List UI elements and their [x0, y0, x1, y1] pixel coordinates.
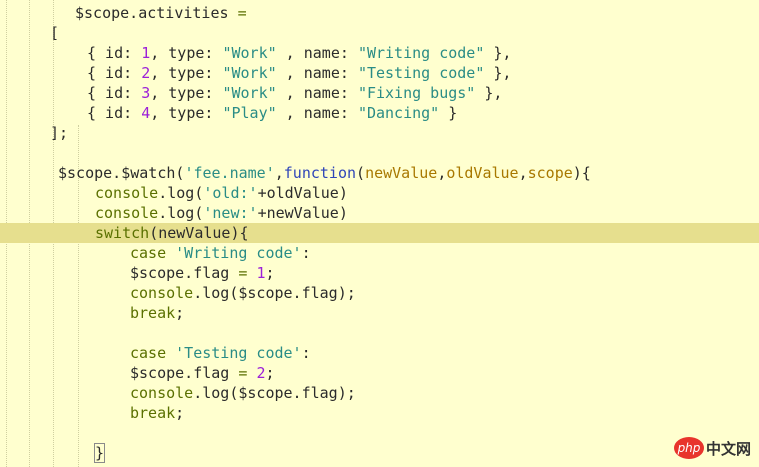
code-token: ,: [274, 164, 284, 182]
code-token: scope: [527, 164, 573, 182]
code-token: 4: [141, 104, 151, 122]
code-token: 3: [141, 84, 151, 102]
code-token: },: [484, 44, 512, 62]
code-token: :: [301, 344, 311, 362]
code-token: "Work": [222, 44, 277, 62]
code-line[interactable]: { id: 1, type: "Work" , name: "Writing c…: [0, 43, 759, 63]
code-token: case: [130, 344, 176, 362]
code-line[interactable]: { id: 3, type: "Work" , name: "Fixing bu…: [0, 83, 759, 103]
code-line[interactable]: [: [0, 23, 759, 43]
code-token: break: [130, 304, 176, 322]
code-token: case: [130, 244, 176, 262]
code-token: { id:: [87, 104, 142, 122]
code-token: 'fee.name': [184, 164, 275, 182]
code-token: , type:: [150, 104, 223, 122]
code-token: ;: [175, 304, 185, 322]
code-token: },: [484, 64, 512, 82]
code-token: [: [50, 24, 60, 42]
code-token: ;: [175, 404, 185, 422]
code-token: "Fixing bugs": [357, 84, 476, 102]
code-line[interactable]: $scope.flag = 2;: [0, 363, 759, 383]
code-token: , name:: [276, 84, 358, 102]
code-token: .log($scope.flag);: [193, 384, 356, 402]
code-line[interactable]: [0, 143, 759, 163]
code-token: , name:: [276, 64, 358, 82]
code-token: .log(: [158, 184, 204, 202]
code-token: :: [301, 244, 311, 262]
code-token: 'Writing code': [175, 244, 302, 262]
code-token: "Dancing": [357, 104, 440, 122]
code-line[interactable]: [0, 323, 759, 343]
code-token: "Testing code": [357, 64, 485, 82]
code-token: newValue: [365, 164, 438, 182]
code-token: $scope.$watch(: [58, 164, 185, 182]
code-line[interactable]: case 'Testing code':: [0, 343, 759, 363]
code-token: , type:: [150, 84, 223, 102]
code-line[interactable]: [0, 423, 759, 443]
code-token: ;: [265, 364, 275, 382]
code-token: { id:: [87, 84, 142, 102]
code-token: console: [130, 384, 194, 402]
code-token: "Play": [222, 104, 277, 122]
code-line[interactable]: console.log($scope.flag);: [0, 283, 759, 303]
code-token: , name:: [276, 104, 358, 122]
code-token: { id:: [87, 64, 142, 82]
code-token: .log($scope.flag);: [193, 284, 356, 302]
code-line[interactable]: $scope.flag = 1;: [0, 263, 759, 283]
code-token: "Work": [222, 84, 277, 102]
code-token: (newValue){: [149, 224, 249, 242]
code-token: console: [130, 284, 194, 302]
code-line[interactable]: console.log('new:'+newValue): [0, 203, 759, 223]
code-token: oldValue: [446, 164, 519, 182]
code-line[interactable]: $scope.activities =: [0, 3, 759, 23]
code-token: "Writing code": [357, 44, 485, 62]
code-token: ,: [437, 164, 447, 182]
code-token: , type:: [150, 64, 223, 82]
code-line[interactable]: }: [0, 443, 759, 463]
code-line-current[interactable]: switch(newValue){: [0, 223, 759, 243]
code-line[interactable]: $scope.$watch('fee.name',function(newVal…: [0, 163, 759, 183]
code-token: , type:: [150, 44, 223, 62]
code-token: ;: [265, 264, 275, 282]
watermark: php 中文网: [673, 437, 751, 459]
watermark-text: 中文网: [705, 439, 751, 458]
code-token: =: [237, 4, 247, 22]
code-token: ,: [518, 164, 528, 182]
code-token: { id:: [87, 44, 142, 62]
code-token: 1: [141, 44, 151, 62]
code-token: , name:: [276, 44, 358, 62]
code-token: $scope.flag: [130, 264, 239, 282]
php-logo-icon: php: [673, 437, 704, 459]
code-token: }: [93, 443, 106, 463]
code-token: +oldValue): [257, 184, 348, 202]
code-token: }: [439, 104, 458, 122]
code-token: ){: [572, 164, 591, 182]
code-token: console: [95, 184, 159, 202]
code-token: break: [130, 404, 176, 422]
code-token: $scope.activities: [75, 4, 238, 22]
code-token: function: [283, 164, 357, 182]
code-line[interactable]: ];: [0, 123, 759, 143]
code-token: 'Testing code': [175, 344, 302, 362]
code-line[interactable]: case 'Writing code':: [0, 243, 759, 263]
code-line[interactable]: { id: 4, type: "Play" , name: "Dancing" …: [0, 103, 759, 123]
code-token: ];: [50, 124, 69, 142]
code-line[interactable]: console.log('old:'+oldValue): [0, 183, 759, 203]
code-line[interactable]: console.log($scope.flag);: [0, 383, 759, 403]
code-line[interactable]: break;: [0, 403, 759, 423]
code-token: 2: [141, 64, 151, 82]
code-token: console: [95, 204, 159, 222]
code-token: (: [356, 164, 366, 182]
code-token: "Work": [222, 64, 277, 82]
code-line[interactable]: { id: 2, type: "Work" , name: "Testing c…: [0, 63, 759, 83]
code-token: 'new:': [203, 204, 258, 222]
code-token: .log(: [158, 204, 204, 222]
code-line[interactable]: break;: [0, 303, 759, 323]
code-token: },: [475, 84, 503, 102]
code-token: $scope.flag: [130, 364, 239, 382]
code-token: +newValue): [257, 204, 348, 222]
code-token: switch: [95, 224, 150, 242]
code-token: 'old:': [203, 184, 258, 202]
